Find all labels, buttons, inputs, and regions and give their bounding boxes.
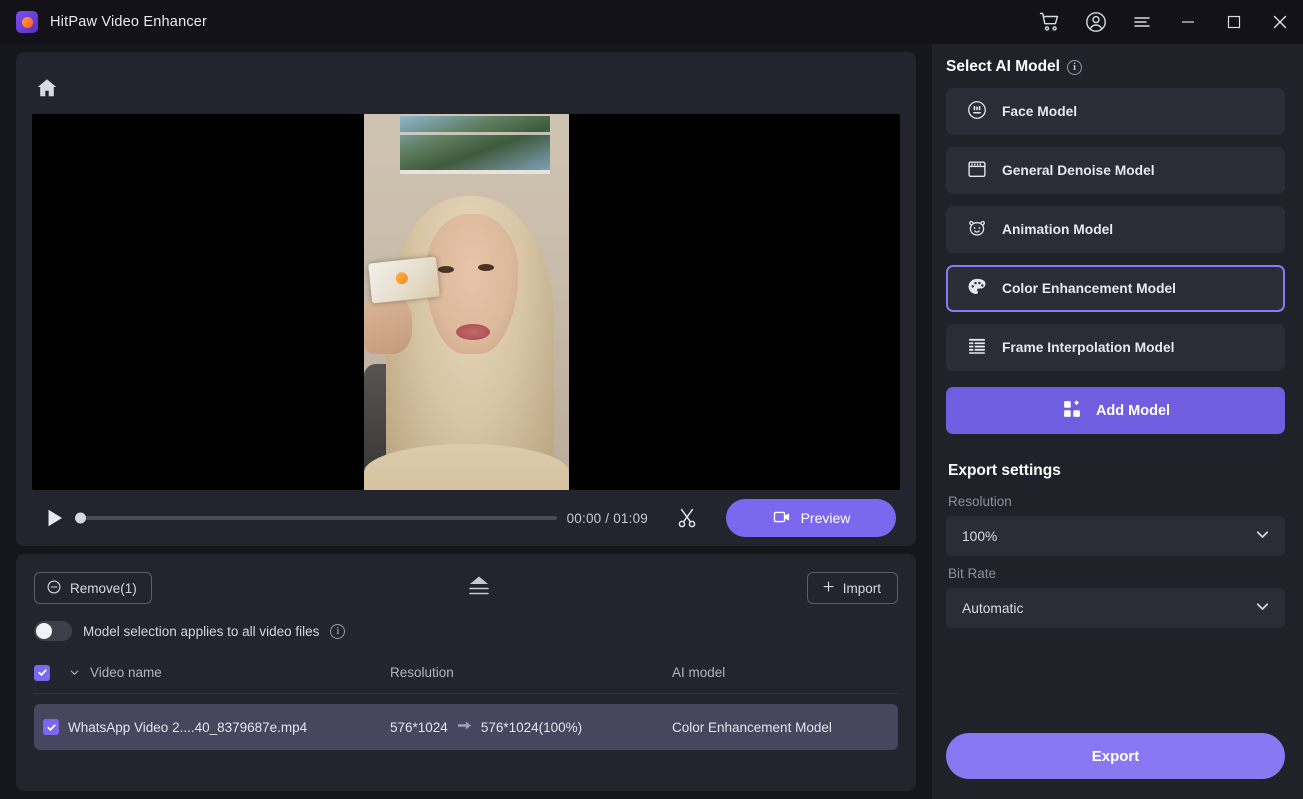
player-controls: 00:00 / 01:09 Preview [32,490,900,546]
chevron-down-icon[interactable] [68,666,90,679]
export-settings-title: Export settings [948,462,1061,479]
select-all-checkbox[interactable] [34,664,68,681]
resolution-value: 100% [962,528,998,544]
model-option-general-denoise[interactable]: General Denoise Model [946,147,1285,194]
collapse-icon[interactable] [464,573,494,604]
video-camera-icon [772,507,792,530]
add-model-button[interactable]: Add Model [946,387,1285,434]
model-option-face-label: Face Model [1002,104,1078,119]
model-option-frame-interpolation[interactable]: Frame Interpolation Model [946,324,1285,371]
file-panel: Remove(1) Import Model selection applies… [16,554,916,791]
apply-all-toggle[interactable] [34,621,72,641]
arrow-right-icon [457,719,472,735]
app-logo-icon [16,11,38,33]
file-table: Video name Resolution AI model WhatsApp … [34,652,898,750]
resolution-label: Resolution [948,494,1012,509]
remove-button-label: Remove(1) [70,580,137,596]
export-button-label: Export [1091,747,1140,765]
remove-button[interactable]: Remove(1) [34,572,152,604]
app-window: HitPaw Video Enhancer 00:00 / 01:09 Prev… [0,0,1303,799]
model-option-face[interactable]: Face Model [946,88,1285,135]
stage-top-bar [32,62,900,114]
menu-icon[interactable] [1119,0,1165,44]
grid-plus-icon [1061,398,1083,424]
bear-icon [966,217,988,242]
column-header-ai-model: AI model [672,665,726,680]
progress-track[interactable] [75,512,557,524]
file-toolbar-center [152,573,807,604]
time-display: 00:00 / 01:09 [566,510,648,526]
model-option-animation-label: Animation Model [1002,222,1114,237]
bitrate-value: Automatic [962,600,1024,616]
column-header-video-name: Video name [90,665,162,680]
file-toolbar: Remove(1) Import [34,566,898,610]
face-icon [966,99,988,124]
resolution-select[interactable]: 100% [946,516,1285,556]
right-panel-spacer [946,634,1285,733]
video-frame [363,114,569,490]
info-icon[interactable]: i [330,623,346,639]
minus-circle-icon [46,579,62,598]
cart-icon[interactable] [1027,0,1073,44]
page-title: Select AI Model [946,58,1060,75]
export-button[interactable]: Export [946,733,1285,779]
model-option-general-denoise-label: General Denoise Model [1002,163,1155,178]
video-preview[interactable] [32,114,900,490]
apply-all-toggle-label: Model selection applies to all video fil… [83,623,320,639]
table-row[interactable]: WhatsApp Video 2....40_8379687e.mp4 576*… [34,704,898,750]
model-option-frame-interpolation-label: Frame Interpolation Model [1002,340,1175,355]
close-icon[interactable] [1257,0,1303,44]
file-table-header: Video name Resolution AI model [34,652,898,694]
list-icon [966,335,988,360]
palette-icon [966,276,988,301]
model-option-color-enhancement-label: Color Enhancement Model [1002,281,1177,296]
app-title: HitPaw Video Enhancer [50,14,208,30]
preview-button-label: Preview [800,510,851,526]
select-ai-model-title-row: Select AI Model i [946,58,1285,76]
model-option-animation[interactable]: Animation Model [946,206,1285,253]
title-bar-controls [1027,0,1303,44]
bitrate-label: Bit Rate [948,566,997,581]
progress-knob[interactable] [75,512,86,524]
preview-stage: 00:00 / 01:09 Preview [16,52,916,546]
plus-icon [821,579,836,597]
row-resolution-in: 576*1024 [390,719,448,735]
row-ai-model: Color Enhancement Model [672,719,832,735]
column-header-resolution: Resolution [390,665,454,680]
import-button-label: Import [842,580,881,596]
apply-all-toggle-row: Model selection applies to all video fil… [34,610,898,652]
account-icon[interactable] [1073,0,1119,44]
scissors-icon[interactable] [670,501,704,535]
model-option-color-enhancement[interactable]: Color Enhancement Model [946,265,1285,312]
chevron-down-icon [1254,526,1271,546]
preview-button[interactable]: Preview [726,499,896,537]
maximize-icon[interactable] [1211,0,1257,44]
import-button[interactable]: Import [806,572,898,604]
row-resolution: 576*1024 576*1024(100%) [390,719,672,735]
bitrate-select[interactable]: Automatic [946,588,1285,628]
row-checkbox[interactable] [34,719,68,735]
app-body: 00:00 / 01:09 Preview Remove(1) Import M… [0,44,1303,799]
home-icon[interactable] [32,73,62,103]
right-panel: Select AI Model i Face Model General Den… [932,44,1303,799]
progress-slider[interactable] [72,512,567,524]
play-icon[interactable] [36,500,72,536]
left-column: 00:00 / 01:09 Preview Remove(1) Import M… [0,44,932,799]
row-video-name: WhatsApp Video 2....40_8379687e.mp4 [68,719,308,735]
minimize-icon[interactable] [1165,0,1211,44]
info-icon[interactable]: i [1066,59,1082,75]
add-model-button-label: Add Model [1095,402,1171,419]
chevron-down-icon [1254,598,1271,618]
row-resolution-out: 576*1024(100%) [480,719,583,735]
calendar-icon [966,158,988,183]
title-bar: HitPaw Video Enhancer [0,0,1303,44]
